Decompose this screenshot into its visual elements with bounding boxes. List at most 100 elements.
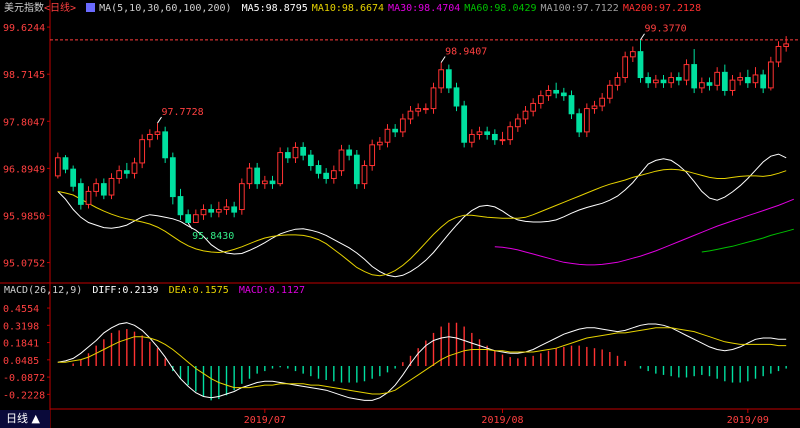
candle-body (507, 126, 514, 141)
y-tick-label: 97.8047 (3, 117, 45, 128)
candle-body (54, 157, 61, 177)
candle-body (545, 89, 552, 97)
macd-value: MACD:0.1127 (238, 285, 306, 296)
candle-body (729, 79, 736, 91)
candle-body (637, 51, 644, 79)
candle-body (146, 133, 153, 141)
y-tick-label: 99.6244 (3, 23, 45, 34)
candle-body (185, 214, 192, 223)
ma5-line (57, 153, 787, 278)
candle-body (330, 170, 337, 179)
ma-values: MA5:98.8795 MA10:98.6674 MA30:98.4704 MA60:… (242, 3, 706, 14)
candle-body (668, 77, 675, 84)
candle-body (568, 95, 575, 115)
candle-body (591, 105, 598, 110)
candle-body (744, 77, 751, 84)
macd-header: MACD(26,12,9) DIFF:0.2139 DEA:0.1575 MAC… (4, 284, 309, 298)
candle-body (307, 154, 314, 167)
candle-body (675, 77, 682, 81)
candle-body (499, 139, 506, 142)
candle-body (254, 167, 261, 185)
period-switch-button[interactable]: 日线 ▲ (0, 410, 50, 428)
candle-body (292, 146, 299, 159)
candle-body (77, 183, 84, 205)
ma-value-2: MA30:98.4704 (388, 3, 461, 14)
candle-body (438, 69, 445, 89)
y-tick-label: 95.0752 (3, 259, 45, 270)
candle-body (752, 74, 759, 84)
candle-body (369, 144, 376, 167)
candle-body (208, 209, 215, 213)
candle-body (338, 149, 345, 172)
candle-body (399, 118, 406, 133)
candle-body (767, 61, 774, 89)
candle-body (783, 43, 790, 47)
candle-body (192, 214, 199, 223)
y-tick-label: 98.7145 (3, 70, 45, 81)
candle-body (407, 110, 414, 120)
candle-body (346, 149, 353, 156)
candle-body (300, 146, 307, 156)
macd-dea-value: DEA:0.1575 (168, 285, 229, 296)
annotation-high2: 98.9407 (445, 47, 487, 58)
candle-body (484, 131, 491, 135)
ma-value-3: MA60:98.0429 (464, 3, 537, 14)
macd-title: MACD(26,12,9) (4, 285, 83, 296)
candle-body (560, 92, 567, 97)
ma-value-4: MA100:97.7122 (540, 3, 619, 14)
candle-body (714, 71, 721, 86)
candle-body (645, 77, 652, 84)
candle-body (353, 154, 360, 185)
ma10-line (57, 168, 787, 277)
candle-body (491, 133, 498, 141)
candle-body (721, 71, 728, 91)
candle-body (583, 108, 590, 133)
candle-body (238, 183, 245, 211)
diff-line (57, 322, 787, 401)
candle-body (223, 206, 230, 211)
candle-body (215, 209, 222, 213)
candle-body (384, 128, 391, 143)
chart-svg: 99.6244 98.7145 97.8047 96.8949 95.9850 95.07… (0, 0, 800, 428)
y-tick-label: 96.8949 (3, 164, 45, 175)
candle-body (576, 113, 583, 133)
candle-body (468, 133, 475, 143)
candle-body (200, 209, 207, 216)
candle-body (93, 183, 100, 192)
x-tick-label: 2019/07 (244, 415, 286, 426)
candle-body (169, 157, 176, 198)
candle-body (629, 51, 636, 58)
candle-body (231, 206, 238, 213)
y-tick-label: 95.9850 (3, 211, 45, 222)
candle-body (530, 102, 537, 112)
ma-settings-icon[interactable] (86, 3, 96, 12)
candle-body (614, 77, 621, 86)
candle-body (177, 196, 184, 216)
candle-body (323, 172, 330, 179)
annotation-high3: 99.3770 (645, 24, 687, 35)
candle-body (85, 190, 92, 205)
chart-window: 99.6244 98.7145 97.8047 96.8949 95.9850 95.07… (0, 0, 800, 428)
candle-body (660, 79, 667, 84)
ma-params: MA(5,10,30,60,100,200) (99, 3, 232, 14)
candle-body (706, 82, 713, 86)
annotation-low1: 95.8430 (192, 231, 234, 242)
macd-y-tick-label: -0.2228 (3, 390, 45, 401)
candle-body (691, 64, 698, 89)
candle-body (392, 128, 399, 133)
candle-body (415, 108, 422, 112)
candle-body (277, 152, 284, 185)
candle-body (123, 170, 130, 174)
macd-y-tick-label: 0.1841 (3, 339, 39, 350)
candle-body (760, 74, 767, 89)
candle-body (62, 157, 69, 170)
period-tag: <日线> (44, 3, 77, 14)
candle-body (522, 110, 529, 120)
candle-body (606, 84, 613, 99)
candle-body (100, 183, 107, 196)
annotation-high1: 97.7728 (162, 107, 204, 118)
macd-diff-value: DIFF:0.2139 (92, 285, 159, 296)
candle-body (361, 165, 368, 185)
candle-body (514, 118, 521, 128)
ma-value-1: MA10:98.6674 (311, 3, 385, 14)
